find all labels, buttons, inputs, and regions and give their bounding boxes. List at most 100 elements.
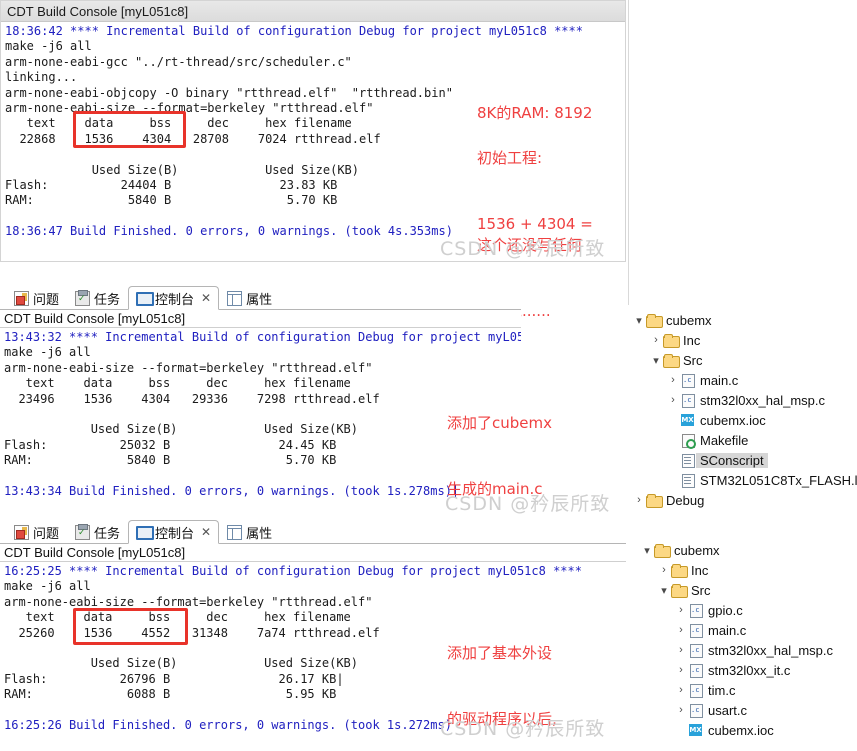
- tree-item[interactable]: ▾ cubemx: [632, 310, 857, 330]
- chevron-right-icon[interactable]: ›: [674, 604, 688, 616]
- tree-item[interactable]: ›SConscript: [632, 450, 857, 470]
- tree-item-label: usart.c: [708, 702, 748, 718]
- tree-item[interactable]: › stm32l0xx_hal_msp.c: [632, 390, 857, 410]
- close-icon[interactable]: ✕: [201, 525, 211, 539]
- console-line: 13:43:34 Build Finished. 0 errors, 0 war…: [4, 483, 460, 498]
- folder-icon: [671, 583, 688, 598]
- tab-1[interactable]: 任务: [67, 520, 128, 544]
- chevron-down-icon[interactable]: ▾: [657, 584, 671, 597]
- tree-item[interactable]: ›cubemx.ioc: [632, 410, 857, 430]
- console-icon: [136, 290, 155, 306]
- folder-icon: [654, 543, 671, 558]
- watermark-2: CSDN @矜辰所致: [445, 493, 611, 515]
- problems-icon: [14, 291, 29, 306]
- tab-0[interactable]: 问题: [6, 520, 67, 544]
- tree-item-label: Debug: [666, 492, 705, 508]
- tree-item-label: cubemx.ioc: [708, 722, 774, 738]
- tab-3[interactable]: 属性: [219, 286, 280, 310]
- folder-icon: [663, 333, 680, 348]
- project-tree-2[interactable]: ▾cubemx›Inc▾Src›gpio.c›main.c›stm32l0xx_…: [640, 540, 857, 740]
- tree-item-label: Src: [683, 352, 703, 368]
- tasks-icon: [75, 524, 91, 540]
- tab-label: 任务: [94, 292, 121, 307]
- chevron-right-icon[interactable]: ›: [657, 564, 671, 576]
- chevron-down-icon[interactable]: ▾: [649, 354, 663, 367]
- chevron-right-icon[interactable]: ›: [674, 684, 688, 696]
- c-file-icon: [688, 623, 704, 638]
- tree-item-label: tim.c: [708, 682, 736, 698]
- tree-item[interactable]: ▾ Src: [632, 350, 857, 370]
- chevron-right-icon[interactable]: ›: [666, 374, 680, 386]
- panel-1-title-label: CDT Build Console [myL051c8]: [7, 3, 189, 19]
- document-icon: [680, 453, 696, 468]
- watermark-1: CSDN @矜辰所致: [440, 238, 606, 260]
- tab-label: 问题: [33, 292, 60, 307]
- panel-divider-vertical: [628, 0, 629, 305]
- c-file-icon: [688, 703, 704, 718]
- project-tree-1[interactable]: ▾cubemx › Inc ▾ Src ›main.c›stm32l0xx_hal_msp…: [632, 310, 857, 510]
- folder-icon: [646, 313, 663, 328]
- tree-item[interactable]: › stm32l0xx_hal_msp.c: [640, 640, 857, 660]
- tab-label: 问题: [33, 526, 60, 541]
- properties-icon: [227, 291, 243, 306]
- tree-item[interactable]: › Debug: [632, 490, 857, 510]
- tree-item[interactable]: ›Makefile: [632, 430, 857, 450]
- folder-icon: [646, 493, 663, 508]
- chevron-right-icon[interactable]: ›: [649, 334, 663, 346]
- tree-item-label: Inc: [683, 332, 701, 348]
- tree-item-label: main.c: [708, 622, 747, 638]
- tab-1[interactable]: 任务: [67, 286, 128, 310]
- console-line: 13:43:32 **** Incremental Build of confi…: [4, 330, 521, 344]
- panel-1-title: CDT Build Console [myL051c8]: [1, 1, 625, 22]
- chevron-right-icon[interactable]: ›: [674, 664, 688, 676]
- tasks-icon: [75, 290, 91, 306]
- chevron-right-icon[interactable]: ›: [632, 494, 646, 506]
- tree-item[interactable]: › Inc: [632, 330, 857, 350]
- tree-item[interactable]: › main.c: [632, 370, 857, 390]
- tree-item[interactable]: › stm32l0xx_it.c: [640, 660, 857, 680]
- chevron-right-icon[interactable]: ›: [674, 704, 688, 716]
- tree-item[interactable]: › main.c: [640, 620, 857, 640]
- tree-item-label: stm32l0xx_hal_msp.c: [708, 642, 833, 658]
- chevron-right-icon[interactable]: ›: [674, 644, 688, 656]
- tree-item[interactable]: › Inc: [640, 560, 857, 580]
- console-line: make -j6 all: [4, 579, 91, 594]
- tree-item[interactable]: › usart.c: [640, 700, 857, 720]
- tree-item-label: Makefile: [700, 432, 749, 448]
- document-icon: [680, 473, 696, 488]
- c-file-icon: [688, 683, 704, 698]
- tree-item[interactable]: › tim.c: [640, 680, 857, 700]
- tree-item[interactable]: ▾ Src: [640, 580, 857, 600]
- chevron-right-icon[interactable]: ›: [666, 394, 680, 406]
- chevron-right-icon[interactable]: ›: [674, 624, 688, 636]
- tree-item[interactable]: ›cubemx.ioc: [640, 720, 857, 740]
- close-icon[interactable]: ✕: [201, 291, 211, 305]
- c-file-icon: [688, 603, 704, 618]
- tab-label: 控制台: [155, 291, 195, 307]
- console-line: 16:25:25 **** Incremental Build of confi…: [4, 564, 582, 578]
- tree-item-label: cubemx: [674, 542, 720, 558]
- highlight-box-1: [73, 111, 186, 148]
- console-line: RAM: 5840 B 5.70 KB: [4, 453, 337, 468]
- tab-3[interactable]: 属性: [219, 520, 280, 544]
- problems-icon: [14, 525, 29, 540]
- tree-item-label: STM32L051C8Tx_FLASH.ld: [700, 472, 857, 488]
- tree-item[interactable]: ›STM32L051C8Tx_FLASH.ld: [632, 470, 857, 490]
- chevron-down-icon[interactable]: ▾: [640, 544, 654, 557]
- tree-item-label: Inc: [691, 562, 709, 578]
- tree-item[interactable]: ▾ cubemx: [640, 540, 857, 560]
- tab-2[interactable]: 控制台 ✕: [128, 520, 220, 544]
- tab-2[interactable]: 控制台 ✕: [128, 286, 220, 310]
- console-icon: [136, 524, 155, 540]
- console-line: make -j6 all: [4, 345, 91, 360]
- panel-2-tabstrip: 问题 任务 控制台 ✕ 属性: [0, 282, 521, 310]
- tab-0[interactable]: 问题: [6, 286, 67, 310]
- tree-item[interactable]: › gpio.c: [640, 600, 857, 620]
- console-line: 23496 1536 4304 29336 7298 rtthread.elf: [4, 391, 380, 406]
- c-file-icon: [688, 643, 704, 658]
- panel-2-console-output[interactable]: 13:43:32 **** Incremental Build of confi…: [0, 328, 521, 508]
- makefile-icon: [680, 433, 696, 449]
- chevron-down-icon[interactable]: ▾: [632, 314, 646, 327]
- console-line: 18:36:42 **** Incremental Build of confi…: [5, 24, 583, 38]
- panel-3-tabstrip: 问题 任务 控制台 ✕ 属性: [0, 516, 626, 544]
